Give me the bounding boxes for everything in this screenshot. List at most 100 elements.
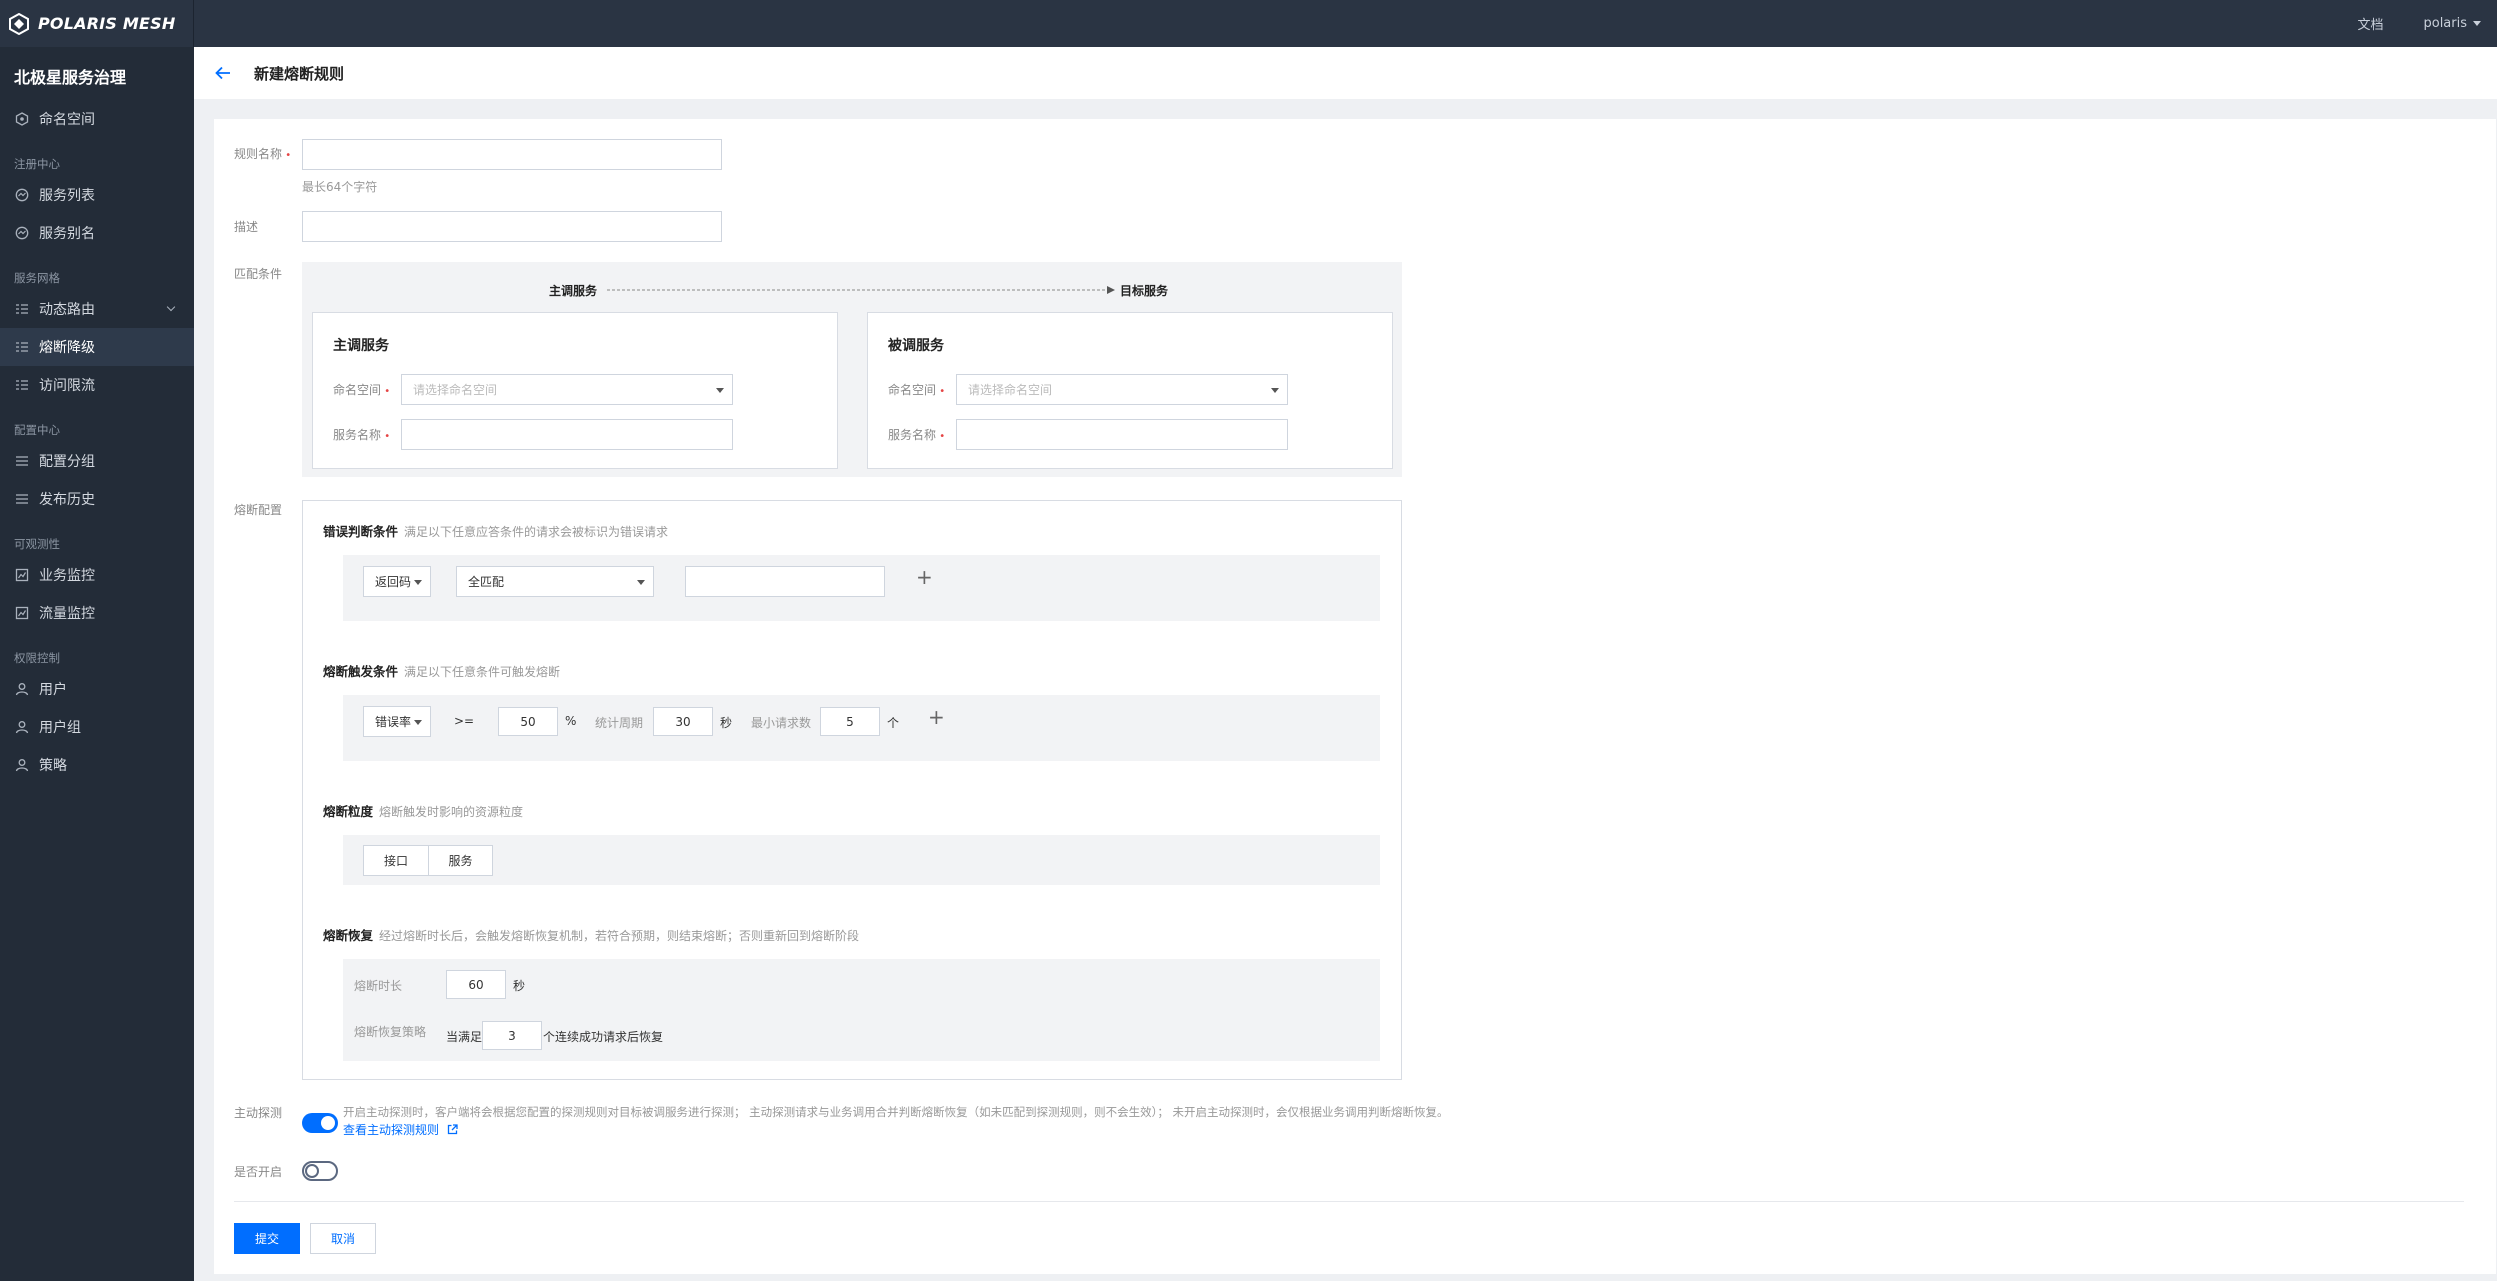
sidebar-item-config-group[interactable]: 配置分组	[0, 442, 194, 480]
toggle-knob	[321, 1116, 335, 1130]
service-icon	[14, 187, 30, 203]
strategy-count-input[interactable]: 3	[482, 1021, 542, 1050]
error-type-select[interactable]: 返回码	[363, 566, 431, 597]
chart-icon	[14, 567, 30, 583]
duration-value: 60	[468, 977, 484, 992]
cb-config-label: 熔断配置	[234, 503, 283, 517]
sidebar-item-dynamic-route[interactable]: 动态路由	[0, 290, 194, 328]
error-section-title: 错误判断条件 满足以下任意应答条件的请求会被标识为错误请求	[323, 521, 668, 540]
granularity-row: 接口 服务	[343, 835, 1380, 885]
cancel-button[interactable]: 取消	[310, 1223, 376, 1254]
sidebar-item-service-list[interactable]: 服务列表	[0, 176, 194, 214]
flow-source-label: 主调服务	[549, 284, 598, 298]
granularity-section-title: 熔断粒度 熔断触发时影响的资源粒度	[323, 801, 523, 820]
sidebar: 北极星服务治理 命名空间 注册中心 服务列表 服务别名 服务网格 动态路由 熔断…	[0, 47, 194, 1281]
chevron-down-icon	[414, 720, 422, 725]
sidebar-item-business-monitor[interactable]: 业务监控	[0, 556, 194, 594]
error-condition-row: 返回码 全匹配 +	[343, 555, 1380, 621]
add-error-condition-icon[interactable]: +	[916, 567, 933, 587]
caller-service-input[interactable]	[401, 419, 733, 450]
caller-ns-label: 命名空间	[333, 381, 390, 398]
threshold-input[interactable]: 50	[498, 707, 558, 736]
period-input[interactable]: 30	[653, 707, 713, 736]
list-icon	[14, 339, 30, 355]
probe-toggle[interactable]	[302, 1113, 338, 1133]
enable-toggle[interactable]	[302, 1161, 338, 1181]
callee-title: 被调服务	[888, 338, 944, 354]
period-label: 统计周期	[595, 716, 644, 730]
sidebar-item-label: 配置分组	[39, 454, 95, 470]
page-title: 新建熔断规则	[254, 64, 345, 83]
chevron-down-icon	[716, 388, 724, 393]
sidebar-item-namespace[interactable]: 命名空间	[0, 100, 194, 138]
callee-service-box: 被调服务 命名空间 请选择命名空间 服务名称	[867, 312, 1393, 469]
docs-link[interactable]: 文档	[2357, 14, 2383, 33]
sidebar-item-label: 策略	[39, 758, 67, 774]
chevron-down-icon	[637, 580, 645, 585]
strategy-prefix: 当满足	[446, 1030, 483, 1044]
trigger-title: 熔断触发条件	[323, 664, 399, 679]
trigger-type-select[interactable]: 错误率	[363, 706, 431, 737]
probe-rule-link[interactable]: 查看主动探测规则	[343, 1121, 458, 1138]
list-icon	[14, 301, 30, 317]
trigger-desc: 满足以下任意条件可触发熔断	[404, 665, 561, 679]
strategy-count-value: 3	[508, 1028, 516, 1043]
granularity-service-option[interactable]: 服务	[428, 845, 493, 876]
toggle-knob	[305, 1164, 319, 1178]
enable-label: 是否开启	[234, 1165, 283, 1179]
sidebar-item-label: 动态路由	[39, 302, 95, 318]
recover-config-row: 熔断时长 60 秒 熔断恢复策略 当满足 3 个连续成功请求后恢复	[343, 959, 1380, 1061]
namespace-icon	[14, 111, 30, 127]
sidebar-item-service-alias[interactable]: 服务别名	[0, 214, 194, 252]
error-value-input[interactable]	[685, 566, 885, 597]
cb-config-panel: 错误判断条件 满足以下任意应答条件的请求会被标识为错误请求 返回码 全匹配 + 熔…	[302, 500, 1402, 1080]
callee-ns-label: 命名空间	[888, 381, 945, 398]
granularity-interface-option[interactable]: 接口	[363, 845, 429, 876]
callee-svc-label: 服务名称	[888, 426, 945, 443]
sidebar-item-label: 用户	[39, 682, 67, 698]
sidebar-title: 北极星服务治理	[14, 67, 127, 87]
callee-namespace-select[interactable]: 请选择命名空间	[956, 374, 1288, 405]
sidebar-item-user-group[interactable]: 用户组	[0, 708, 194, 746]
logo[interactable]: POLARIS MESH	[0, 0, 194, 47]
submit-button[interactable]: 提交	[234, 1223, 300, 1254]
recover-section-title: 熔断恢复 经过熔断时长后，会触发熔断恢复机制，若符合预期，则结束熔断；否则重新回到…	[323, 925, 859, 944]
threshold-unit: %	[565, 714, 577, 728]
external-link-icon	[447, 1124, 458, 1135]
period-unit: 秒	[720, 716, 733, 730]
sidebar-item-user[interactable]: 用户	[0, 670, 194, 708]
sidebar-item-circuit-breaker[interactable]: 熔断降级	[0, 328, 194, 366]
error-type-value: 返回码	[375, 575, 412, 589]
sidebar-item-label: 用户组	[39, 720, 81, 736]
chart-icon	[14, 605, 30, 621]
user-menu[interactable]: polaris	[2423, 16, 2481, 31]
period-value: 30	[675, 714, 691, 729]
callee-service-input[interactable]	[956, 419, 1288, 450]
sidebar-item-rate-limit[interactable]: 访问限流	[0, 366, 194, 404]
sidebar-item-traffic-monitor[interactable]: 流量监控	[0, 594, 194, 632]
list-icon	[14, 377, 30, 393]
error-match-select[interactable]: 全匹配	[456, 566, 654, 597]
caller-svc-label: 服务名称	[333, 426, 390, 443]
rule-name-hint: 最长64个字符	[302, 180, 378, 194]
min-request-input[interactable]: 5	[820, 707, 880, 736]
desc-input[interactable]	[302, 211, 722, 242]
caller-title: 主调服务	[333, 338, 389, 354]
sidebar-item-policy[interactable]: 策略	[0, 746, 194, 784]
probe-description: 开启主动探测时，客户端将会根据您配置的探测规则对目标被调服务进行探测； 主动探测…	[343, 1105, 1449, 1119]
duration-input[interactable]: 60	[446, 970, 506, 999]
sidebar-item-release-history[interactable]: 发布历史	[0, 480, 194, 518]
probe-label: 主动探测	[234, 1106, 283, 1120]
caller-namespace-select[interactable]: 请选择命名空间	[401, 374, 733, 405]
caller-service-box: 主调服务 命名空间 请选择命名空间 服务名称	[312, 312, 838, 469]
flow-arrow-icon	[607, 286, 1115, 294]
rule-name-label: 规则名称	[234, 145, 291, 162]
back-arrow-icon[interactable]	[212, 62, 234, 84]
trigger-operator: >=	[454, 714, 475, 728]
rule-name-input[interactable]	[302, 139, 722, 170]
logo-text: POLARIS MESH	[38, 14, 176, 33]
sidebar-item-label: 服务别名	[39, 226, 95, 242]
trigger-section-title: 熔断触发条件 满足以下任意条件可触发熔断	[323, 661, 560, 680]
add-trigger-condition-icon[interactable]: +	[928, 707, 945, 727]
caller-ns-placeholder: 请选择命名空间	[413, 383, 498, 397]
